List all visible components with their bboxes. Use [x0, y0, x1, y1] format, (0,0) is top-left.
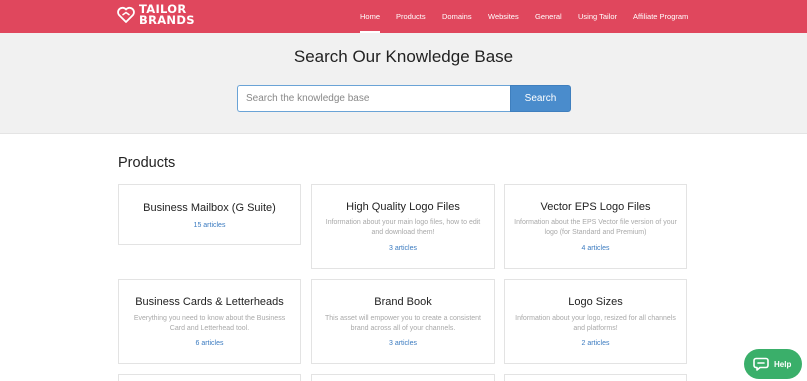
top-navigation-bar: TAILOR BRANDS Home Products Domains Webs…	[0, 0, 807, 33]
card-article-count[interactable]: 6 articles	[119, 340, 300, 347]
category-card-business-cards-letterheads[interactable]: Business Cards & Letterheads Everything …	[118, 279, 301, 364]
card-description: Information about your logo, resized for…	[515, 315, 676, 332]
category-card-vector-eps-logo-files[interactable]: Vector EPS Logo Files Information about …	[504, 184, 687, 269]
card-title: Vector EPS Logo Files	[540, 201, 651, 213]
chat-bubble-icon	[753, 357, 769, 371]
page-title: Search Our Knowledge Base	[293, 47, 514, 66]
category-card-partial[interactable]	[118, 374, 301, 381]
category-card-partial[interactable]	[311, 374, 495, 381]
card-title: Business Cards & Letterheads	[135, 296, 284, 308]
help-label: Help	[774, 359, 792, 369]
card-description: Everything you need to know about the Bu…	[133, 315, 286, 332]
section-title: Products	[118, 155, 176, 171]
card-title: Business Mailbox (G Suite)	[143, 202, 276, 214]
card-article-count[interactable]: 4 articles	[505, 245, 686, 252]
logo-wordmark: TAILOR BRANDS	[139, 3, 195, 27]
category-card-high-quality-logo-files[interactable]: High Quality Logo Files Information abou…	[311, 184, 495, 269]
nav-home[interactable]: Home	[360, 0, 381, 33]
card-article-count[interactable]: 15 articles	[119, 222, 300, 229]
category-card-business-mailbox[interactable]: Business Mailbox (G Suite) 15 articles	[118, 184, 301, 245]
nav-domains[interactable]: Domains	[442, 0, 472, 33]
category-card-brand-book[interactable]: Brand Book This asset will empower you t…	[311, 279, 495, 364]
card-article-count[interactable]: 3 articles	[312, 245, 494, 252]
category-card-partial[interactable]	[504, 374, 687, 381]
nav-affiliate-program[interactable]: Affiliate Program	[633, 0, 688, 33]
card-description: This asset will empower you to create a …	[324, 315, 481, 332]
card-title: Logo Sizes	[568, 296, 623, 308]
search-input[interactable]	[237, 85, 511, 112]
help-button[interactable]: Help	[744, 349, 802, 379]
card-article-count[interactable]: 2 articles	[505, 340, 686, 347]
card-title: High Quality Logo Files	[346, 201, 460, 213]
nav-general[interactable]: General	[535, 0, 562, 33]
tailor-brands-logo[interactable]: TAILOR BRANDS	[116, 0, 195, 30]
logo-line-2: BRANDS	[139, 13, 195, 27]
category-card-logo-sizes[interactable]: Logo Sizes Information about your logo, …	[504, 279, 687, 364]
card-title: Brand Book	[374, 296, 432, 308]
card-article-count[interactable]: 3 articles	[312, 340, 494, 347]
nav-using-tailor[interactable]: Using Tailor	[578, 0, 617, 33]
heart-logo-icon	[117, 6, 135, 23]
search-button[interactable]: Search	[510, 85, 571, 112]
card-description: Information about your main logo files, …	[325, 219, 481, 236]
card-description: Information about the EPS Vector file ve…	[514, 219, 677, 236]
nav-products[interactable]: Products	[396, 0, 426, 33]
nav-websites[interactable]: Websites	[488, 0, 519, 33]
